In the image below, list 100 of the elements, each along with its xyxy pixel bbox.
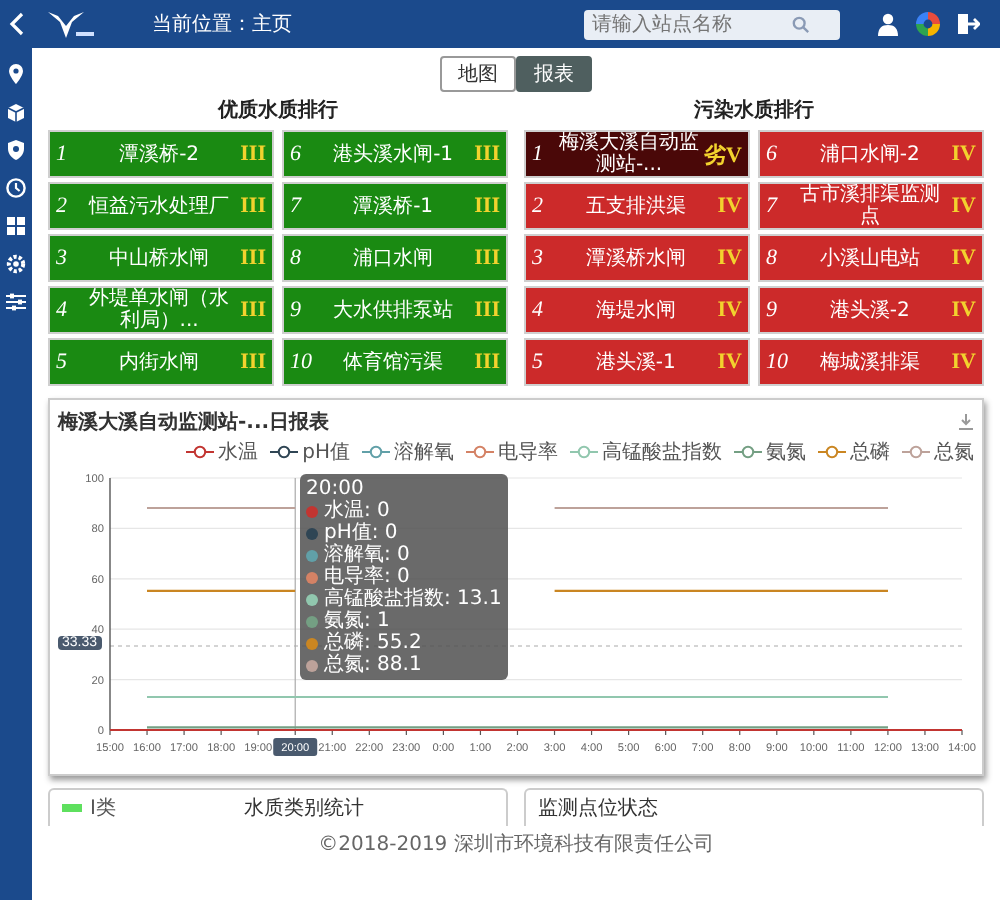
station-name: 潭溪桥水闸 [583, 247, 688, 269]
water-grade: IV [951, 142, 976, 166]
legend-label[interactable]: 总磷 [850, 438, 890, 466]
water-grade: IV [951, 246, 976, 270]
water-grade: IV [717, 246, 742, 270]
ranking-item[interactable]: 7 潭溪桥-1 III [282, 182, 508, 230]
rank-number: 8 [290, 246, 303, 270]
ranking-item[interactable]: 5 内街水闸 III [48, 338, 274, 386]
ranking-item[interactable]: 10 梅城溪排渠 IV [758, 338, 984, 386]
station-name: 潭溪桥-2 [117, 143, 202, 165]
ranking-item[interactable]: 2 恒益污水处理厂 III [48, 182, 274, 230]
station-name: 五支排洪渠 [583, 195, 688, 217]
water-grade: III [474, 194, 500, 218]
color-wheel-icon[interactable] [916, 12, 940, 36]
station-name: 梅城溪排渠 [817, 351, 922, 373]
clock-icon[interactable] [6, 178, 26, 198]
legend-label: I类 [90, 795, 116, 822]
rank-number: 7 [766, 194, 780, 218]
station-name: 外堤单水闸（水利局）... [87, 288, 232, 332]
rank-number: 5 [532, 350, 545, 374]
card-title: 水质类别统计 [243, 795, 364, 822]
legend-label[interactable]: 高锰酸盐指数 [602, 438, 722, 466]
station-name: 港头溪水闸-1 [331, 143, 456, 165]
rank-number: 1 [532, 142, 545, 166]
ranking-item[interactable]: 6 港头溪水闸-1 III [282, 130, 508, 178]
legend-label[interactable]: 总氮 [934, 438, 974, 466]
chevron-left-icon[interactable] [8, 12, 28, 36]
legend-icon[interactable] [270, 444, 299, 460]
legend-swatch [62, 804, 82, 812]
station-name: 梅溪大溪自动监测站-... [558, 132, 701, 176]
rank-number: 8 [766, 246, 779, 270]
station-name: 港头溪-1 [593, 351, 678, 373]
water-grade: III [474, 298, 500, 322]
pointer-label-background [273, 738, 318, 756]
view-tab[interactable]: 地图 [440, 56, 516, 92]
ranking-item[interactable]: 10 体育馆污渠 III [282, 338, 508, 386]
package-icon[interactable] [6, 102, 26, 122]
ranking-item[interactable]: 6 浦口水闸-2 IV [758, 130, 984, 178]
user-icon[interactable] [876, 12, 900, 36]
grid-icon[interactable] [6, 216, 26, 236]
ranking-item[interactable]: 9 大水供排泵站 III [282, 286, 508, 334]
breadcrumb: 当前位置：主页 [152, 11, 292, 38]
pin-icon[interactable] [6, 64, 26, 84]
station-name: 潭溪桥-1 [351, 195, 436, 217]
tooltip-value: 水温: 0 [324, 500, 390, 522]
legend-label[interactable]: 氨氮 [766, 438, 806, 466]
station-name: 体育馆污渠 [341, 351, 446, 373]
rank-number: 7 [290, 194, 304, 218]
water-grade: III [474, 350, 500, 374]
ranking-title: 污染水质排行 [694, 97, 814, 124]
legend-label[interactable]: 水温 [218, 438, 259, 466]
card-title: 监测点位状态 [538, 795, 658, 822]
shield-icon[interactable] [6, 140, 26, 160]
station-name: 小溪山电站 [817, 247, 922, 269]
rank-number: 2 [532, 194, 545, 218]
water-grade: IV [717, 298, 742, 322]
sliders-icon[interactable] [6, 292, 26, 312]
legend-label[interactable]: 电导率 [498, 438, 558, 466]
rank-number: 2 [56, 194, 69, 218]
station-name: 内街水闸 [117, 351, 202, 373]
ranking-item[interactable]: 8 浦口水闸 III [282, 234, 508, 282]
ranking-item[interactable]: 2 五支排洪渠 IV [524, 182, 750, 230]
ranking-item[interactable]: 3 中山桥水闸 III [48, 234, 274, 282]
logout-icon[interactable] [956, 12, 980, 36]
ranking-item[interactable]: 5 港头溪-1 IV [524, 338, 750, 386]
ranking-item[interactable]: 4 海堤水闸 IV [524, 286, 750, 334]
water-grade: III [240, 298, 266, 322]
tooltip-value: 总氮: 88.1 [324, 654, 422, 676]
station-name: 海堤水闸 [593, 299, 678, 321]
legend-label[interactable]: 溶解氧 [394, 438, 454, 466]
station-name: 浦口水闸 [351, 247, 436, 269]
search-field[interactable]: 请输入站点名称 [584, 9, 840, 39]
tooltip-value: pH值: 0 [324, 522, 398, 544]
station-name: 古市溪排渠监测点 [797, 184, 942, 228]
rank-number: 6 [766, 142, 779, 166]
logo-icon [44, 8, 96, 40]
footer-text: ©2018-2019 深圳市环境科技有限责任公司 [316, 831, 716, 858]
water-grade: III [240, 142, 266, 166]
tooltip-value: 氨氮: 1 [324, 610, 390, 632]
download-icon[interactable] [958, 414, 974, 430]
station-name: 大水供排泵站 [331, 299, 456, 321]
rank-number: 4 [56, 298, 69, 322]
water-grade: III [240, 350, 266, 374]
view-tab[interactable]: 报表 [516, 56, 592, 92]
ranking-item[interactable]: 9 港头溪-2 IV [758, 286, 984, 334]
tooltip-title: 20:00 [306, 478, 366, 500]
water-grade: IV [951, 298, 976, 322]
water-grade: III [474, 142, 500, 166]
station-name: 浦口水闸-2 [817, 143, 922, 165]
settings-icon[interactable] [6, 254, 26, 274]
water-grade: III [240, 246, 266, 270]
tooltip-value: 电导率: 0 [324, 566, 410, 588]
chart-title: 梅溪大溪自动监测站-...日报表 [58, 409, 330, 436]
rank-number: 9 [290, 298, 303, 322]
legend-label[interactable]: pH值 [302, 438, 350, 466]
legend-icon[interactable] [186, 444, 215, 460]
ranking-item[interactable]: 8 小溪山电站 IV [758, 234, 984, 282]
ranking-item[interactable]: 3 潭溪桥水闸 IV [524, 234, 750, 282]
station-name: 中山桥水闸 [107, 247, 212, 269]
ranking-item[interactable]: 1 潭溪桥-2 III [48, 130, 274, 178]
